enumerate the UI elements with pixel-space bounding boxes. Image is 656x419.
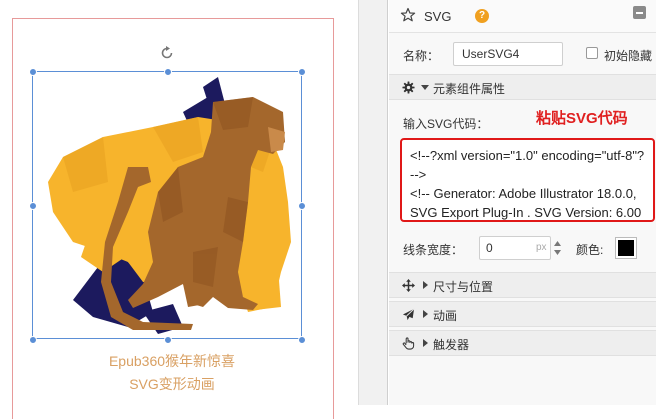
rotate-icon[interactable] — [160, 46, 174, 60]
section-animation-label: 动画 — [433, 309, 458, 323]
gear-icon — [402, 81, 415, 94]
paste-svg-annotation: 粘贴SVG代码 — [536, 110, 628, 127]
resize-handle-nw[interactable] — [29, 68, 37, 76]
section-trigger-label: 触发器 — [433, 338, 470, 352]
resize-handle-s[interactable] — [164, 336, 172, 344]
paper-plane-icon — [402, 308, 415, 321]
resize-handle-n[interactable] — [164, 68, 172, 76]
section-size-position[interactable]: 尺寸与位置 — [389, 272, 656, 298]
selection-box[interactable] — [32, 71, 302, 339]
caption-line-2: SVG变形动画 — [129, 376, 215, 392]
svg-code-textarea[interactable]: <!--?xml version="1.0" encoding="utf-8"?… — [400, 138, 655, 222]
section-element-properties-label: 元素组件属性 — [433, 82, 506, 96]
resize-handle-se[interactable] — [298, 336, 306, 344]
caption-line-1: Epub360猴年新惊喜 — [108, 353, 236, 369]
svg-code-text: <!--?xml version="1.0" encoding="utf-8"?… — [410, 148, 645, 220]
panel-header: SVG ? — [389, 0, 656, 33]
resize-handle-e[interactable] — [298, 202, 306, 210]
name-input[interactable] — [453, 42, 563, 66]
caret-down-icon — [421, 85, 429, 90]
caret-right-icon — [423, 281, 428, 289]
initial-hidden-checkbox[interactable] — [586, 47, 598, 59]
resize-handle-sw[interactable] — [29, 336, 37, 344]
svg-code-label: 输入SVG代码： — [403, 117, 489, 131]
minus-square-icon[interactable] — [633, 6, 646, 19]
properties-panel: SVG ? 名称： 初始隐藏 元素组件属性 输入SVG代码： 粘贴SVG代码 <… — [389, 0, 656, 405]
section-size-position-label: 尺寸与位置 — [433, 280, 494, 294]
hand-pointer-icon — [402, 337, 415, 350]
canvas-area: Epub360猴年新惊喜 SVG变形动画 — [0, 0, 358, 419]
section-animation[interactable]: 动画 — [389, 301, 656, 327]
name-label: 名称： — [403, 49, 440, 63]
stroke-width-unit: px — [536, 242, 547, 253]
section-element-properties[interactable]: 元素组件属性 — [389, 74, 656, 100]
color-swatch-fill — [618, 240, 634, 256]
initial-hidden-label: 初始隐藏 — [604, 49, 653, 63]
resize-handle-ne[interactable] — [298, 68, 306, 76]
panel-splitter[interactable] — [358, 0, 388, 405]
stroke-width-label: 线条宽度： — [403, 243, 464, 257]
caret-right-icon — [423, 310, 428, 318]
color-picker-swatch[interactable] — [615, 237, 637, 259]
move-arrows-icon — [402, 279, 415, 292]
stroke-width-spinner[interactable] — [553, 237, 562, 259]
star-icon — [400, 7, 416, 22]
panel-title: SVG — [424, 9, 452, 24]
caret-right-icon — [423, 339, 428, 347]
question-icon[interactable]: ? — [475, 9, 489, 23]
resize-handle-w[interactable] — [29, 202, 37, 210]
color-label: 颜色: — [576, 243, 604, 257]
section-trigger[interactable]: 触发器 — [389, 330, 656, 356]
